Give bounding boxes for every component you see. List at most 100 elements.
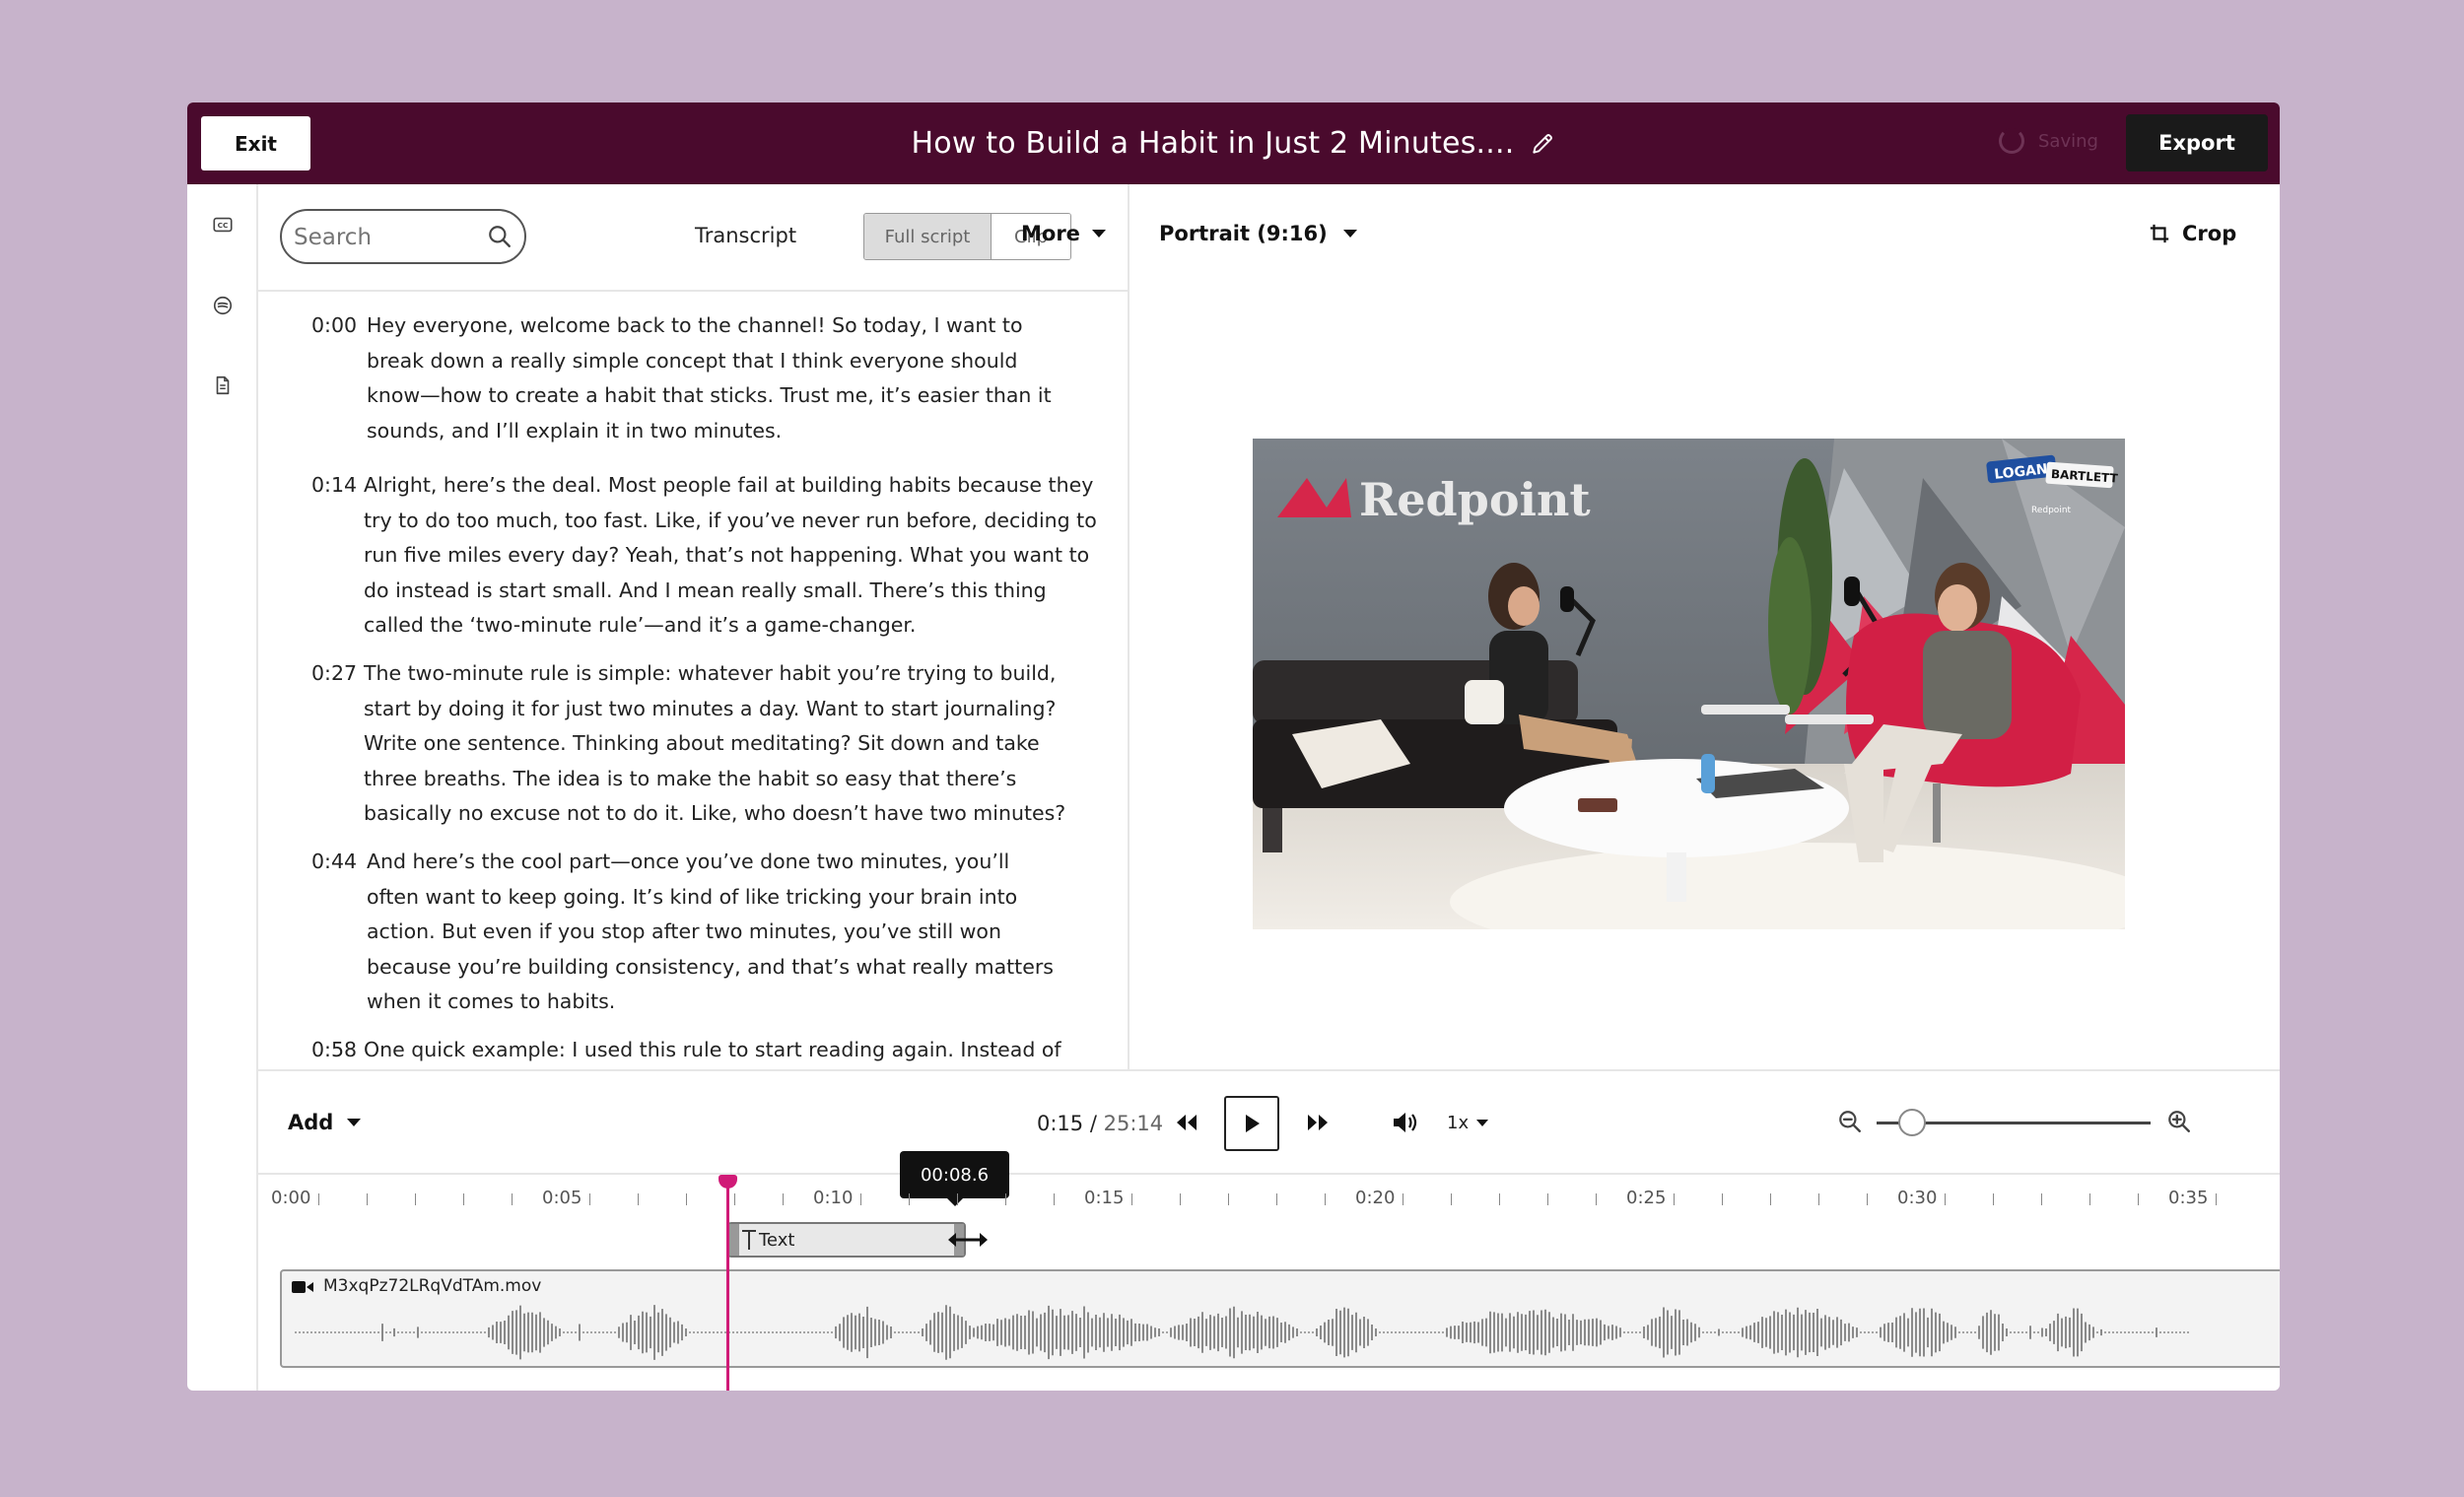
transcript-paragraph[interactable]: 0:58 One quick example: I used this rule… [311,1033,1098,1068]
ruler-tick [638,1193,639,1205]
paragraph-timestamp[interactable]: 0:44 [311,845,367,1020]
video-track-clip[interactable]: M3xqPz72LRqVdTAm.mov [280,1269,2280,1368]
ruler-tick [1674,1193,1675,1205]
paragraph-text[interactable]: Hey everyone, welcome back to the channe… [367,308,1057,448]
transcript-paragraph[interactable]: 0:44 And here’s the cool part—once you’v… [311,845,1057,1020]
more-label: More [1021,222,1080,245]
play-button[interactable] [1224,1096,1279,1151]
timecode: 0:15 / 25:14 [1037,1112,1163,1135]
paragraph-timestamp[interactable]: 0:00 [311,308,367,448]
zoom-in-icon[interactable] [2166,1109,2192,1134]
title-area: How to Build a Habit in Just 2 Minutes..… [187,102,2280,184]
play-icon [1246,1115,1260,1132]
zoom-out-icon[interactable] [1837,1109,1863,1134]
speed-label: 1x [1447,1113,1470,1133]
ruler-label: 0:25 [1626,1188,1667,1208]
zoom-slider-handle[interactable] [1898,1109,1927,1136]
ruler-tick [318,1193,319,1205]
ruler-label: 0:35 [2168,1188,2209,1208]
text-clip-label: Text [759,1229,795,1251]
ruler-tick [1547,1193,1548,1205]
paragraph-timestamp[interactable]: 0:58 [311,1033,364,1068]
time-separator: / [1089,1112,1097,1135]
text-clip[interactable]: Text [727,1222,966,1258]
ruler-tick [783,1193,784,1205]
top-bar: Exit How to Build a Habit in Just 2 Minu… [187,102,2280,184]
playhead-line[interactable] [726,1175,729,1391]
crop-button[interactable]: Crop [2149,222,2236,245]
ruler-tick [1722,1193,1723,1205]
ruler-tick [1818,1193,1819,1205]
ruler-label: 0:05 [542,1188,582,1208]
search-box[interactable] [280,209,526,264]
clip-handle-left[interactable] [729,1224,739,1256]
rewind-icon[interactable] [1175,1113,1198,1132]
preview-panel: Portrait (9:16) Crop Redpoint LOGAN BART… [1129,184,2280,1069]
add-dropdown[interactable]: Add [288,1111,362,1134]
add-label: Add [288,1111,334,1134]
paragraph-text[interactable]: And here’s the cool part—once you’ve don… [367,845,1057,1020]
playback-speed-dropdown[interactable]: 1x [1447,1113,1489,1133]
ruler-label: 0:30 [1897,1188,1938,1208]
transcript-paragraph[interactable]: 0:14 Alright, here’s the deal. Most peop… [311,468,1098,644]
svg-text:CC: CC [218,221,229,230]
sticker-icon[interactable] [212,295,234,316]
spinner-icon [1999,128,2024,154]
fast-forward-icon[interactable] [1306,1113,1330,1132]
paragraph-text[interactable]: One quick example: I used this rule to s… [364,1033,1098,1068]
timeline[interactable]: 00:08.6 Text M3xqPz72LRqVdTAm.mov 0:00 0:… [258,1151,2280,1391]
ruler-tick [1276,1193,1277,1205]
export-button[interactable]: Export [2126,114,2268,171]
transcript-paragraph[interactable]: 0:27 The two-minute rule is simple: what… [311,656,1098,832]
ruler-tick [1325,1193,1326,1205]
video-preview[interactable]: Redpoint LOGAN BARTLETT Redpoint [1253,439,2125,929]
ruler-tick [1770,1193,1771,1205]
ruler-tick [2089,1193,2090,1205]
ruler-tick [1451,1193,1452,1205]
transcript-panel: Transcript Full script Clip More 0:00 He… [256,184,1129,1069]
wall-logo-text: Redpoint [1359,473,1591,526]
ruler-tick [1005,1193,1006,1205]
transcript-toolbar: Transcript Full script Clip More [256,184,1128,292]
cc-icon[interactable]: CC [212,214,234,236]
playback-controls: Add 0:15 / 25:14 1x [258,1069,2280,1175]
ruler-tick [686,1193,687,1205]
ruler-label: 0:15 [1084,1188,1125,1208]
ruler-tick [367,1193,368,1205]
ruler-tick [1228,1193,1229,1205]
paragraph-text[interactable]: The two-minute rule is simple: whatever … [364,656,1098,832]
caret-down-icon [1476,1120,1489,1126]
project-title[interactable]: How to Build a Habit in Just 2 Minutes..… [912,126,1515,161]
pencil-icon[interactable] [1530,131,1555,157]
ruler-tick [1596,1193,1597,1205]
left-rail: CC [187,184,258,1391]
search-input[interactable] [292,219,483,256]
ruler-tick [1945,1193,1946,1205]
ruler-label: 0:10 [813,1188,854,1208]
more-dropdown[interactable]: More [1021,222,1106,245]
aspect-ratio-dropdown[interactable]: Portrait (9:16) [1159,222,1357,245]
ruler-tick [1499,1193,1500,1205]
ruler-tick [415,1193,416,1205]
ruler-tick [1993,1193,1994,1205]
editor-window: Exit How to Build a Habit in Just 2 Minu… [187,102,2280,1391]
document-icon[interactable] [212,374,234,396]
paragraph-timestamp[interactable]: 0:14 [311,468,364,644]
saving-indicator: Saving [1999,128,2098,154]
ruler-tick [512,1193,513,1205]
playhead-handle[interactable] [719,1175,737,1189]
show-logo-sub: Redpoint [2031,506,2072,515]
current-time: 0:15 [1037,1112,1084,1135]
volume-icon[interactable] [1392,1111,1419,1134]
paragraph-text[interactable]: Alright, here’s the deal. Most people fa… [364,468,1098,644]
crop-label: Crop [2182,222,2237,245]
full-script-tab[interactable]: Full script [864,214,992,259]
caret-down-icon [347,1119,362,1126]
paragraph-timestamp[interactable]: 0:27 [311,656,364,832]
transcript-paragraph[interactable]: 0:00 Hey everyone, welcome back to the c… [311,308,1057,448]
search-icon[interactable] [487,224,513,249]
ruler-tick [2216,1193,2217,1205]
caret-down-icon [1342,230,1357,238]
transcript-label: Transcript [695,224,797,247]
ruler-tick [1054,1193,1055,1205]
